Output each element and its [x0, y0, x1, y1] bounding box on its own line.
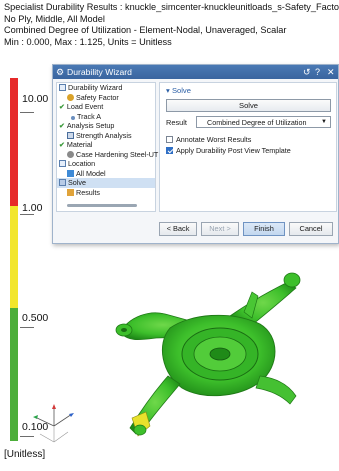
apply-template-label: Apply Durability Post View Template	[176, 146, 291, 155]
annotate-worst-label: Annotate Worst Results	[176, 135, 252, 144]
legend-tick	[20, 214, 34, 216]
section-header-solve[interactable]: ▾ Solve	[160, 83, 336, 98]
results-title: Specialist Durability Results : knuckle_…	[4, 2, 339, 12]
tree-item-solve[interactable]: Solve	[57, 178, 155, 188]
dropdown-arrow-icon: ▼	[321, 119, 327, 125]
legend-label-1: 1.00	[22, 202, 43, 214]
legend-green-band	[10, 308, 18, 441]
check-icon: ✔	[59, 104, 65, 111]
results-icon	[67, 188, 74, 196]
axis-triad	[33, 404, 74, 443]
model-icon	[67, 169, 74, 177]
factor-icon	[67, 93, 74, 101]
tree-item-material[interactable]: ✔ Material	[57, 140, 155, 150]
results-header: Specialist Durability Results : knuckle_…	[4, 2, 339, 48]
durability-wizard-dialog: ⚙ Durability Wizard ↺ ? ✕ Durability Wiz…	[52, 64, 339, 244]
legend-tick	[20, 327, 34, 329]
next-button[interactable]: Next >	[201, 222, 239, 236]
analysis-icon	[67, 131, 74, 139]
tree-item-location[interactable]: Location	[57, 159, 155, 169]
tree-item-strength-analysis[interactable]: Strength Analysis	[57, 131, 155, 141]
dialog-title-bar[interactable]: ⚙ Durability Wizard ↺ ? ✕	[53, 65, 338, 79]
tree-item-durability-wizard[interactable]: Durability Wizard	[57, 83, 155, 93]
wizard-step-tree: Durability Wizard Safety Factor ✔ Load Ev…	[56, 82, 158, 212]
min-max-info: Min : 0.000, Max : 1.125, Units = Unitle…	[4, 36, 172, 47]
legend-red-band	[10, 78, 18, 206]
solve-panel: ▾ Solve Solve Result Combined Degree of …	[159, 82, 337, 212]
tree-item-safety-factor[interactable]: Safety Factor	[57, 93, 155, 103]
chevron-down-icon: ▾	[166, 86, 170, 95]
wizard-icon	[59, 84, 66, 91]
material-icon	[67, 150, 74, 158]
legend-tick	[20, 112, 34, 114]
knuckle-model[interactable]	[110, 266, 330, 441]
tree-item-track-a[interactable]: Track A	[57, 112, 155, 122]
result-label: Result	[166, 118, 187, 127]
apply-template-row[interactable]: Apply Durability Post View Template	[166, 146, 291, 155]
location-icon	[59, 160, 66, 167]
section-title: Solve	[171, 86, 191, 95]
result-type: Combined Degree of Utilization - Element…	[4, 25, 287, 36]
legend-yellow-band	[10, 206, 18, 308]
annotate-worst-checkbox[interactable]	[166, 136, 173, 143]
solve-icon	[59, 179, 66, 186]
cancel-button[interactable]: Cancel	[289, 222, 333, 236]
tree-item-load-event[interactable]: ✔ Load Event	[57, 102, 155, 112]
tree-scrollbar[interactable]	[67, 204, 137, 207]
tree-item-all-model[interactable]: All Model	[57, 169, 155, 179]
back-button[interactable]: < Back	[159, 222, 197, 236]
legend-label-2: 0.500	[22, 312, 49, 324]
gear-icon: ⚙	[56, 67, 65, 77]
tree-item-case-hardening-steel[interactable]: Case Hardening Steel-UT	[57, 150, 158, 160]
annotate-worst-row[interactable]: Annotate Worst Results	[166, 135, 251, 144]
close-icon[interactable]: ✕	[327, 65, 335, 79]
legend-label-max: 10.00	[22, 93, 49, 105]
check-icon: ✔	[59, 123, 65, 130]
track-icon	[71, 115, 75, 120]
legend-units: [Unitless]	[4, 449, 46, 460]
color-legend-bar	[10, 78, 18, 441]
tree-item-results[interactable]: Results	[57, 188, 155, 198]
result-dropdown[interactable]: Combined Degree of Utilization ▼	[196, 116, 331, 128]
ply-info: No Ply, Middle, All Model	[4, 13, 105, 24]
solve-button[interactable]: Solve	[166, 99, 331, 112]
tree-item-analysis-setup[interactable]: ✔ Analysis Setup	[57, 121, 155, 131]
result-dropdown-value: Combined Degree of Utilization	[207, 118, 307, 127]
finish-button[interactable]: Finish	[243, 222, 285, 236]
reset-icon[interactable]: ↺	[303, 65, 311, 79]
check-icon: ✔	[59, 142, 65, 149]
dialog-title: Durability Wizard	[67, 67, 132, 77]
help-icon[interactable]: ?	[315, 65, 320, 79]
apply-template-checkbox[interactable]	[166, 147, 173, 154]
